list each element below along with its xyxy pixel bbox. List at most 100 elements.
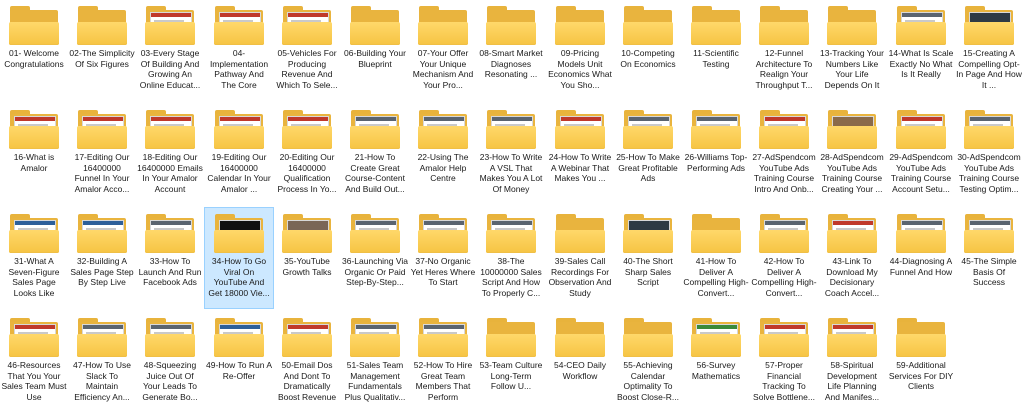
folder-label: 24-How To Write A Webinar That Makes You… — [548, 152, 612, 183]
folder-label: 14-What Is Scale Exactly No What Is It R… — [888, 48, 954, 79]
folder-item[interactable]: 46-Resources That You Your Sales Team Mu… — [0, 312, 68, 412]
folder-label: 56-Survey Mathematics — [691, 360, 741, 381]
folder-icon — [485, 6, 537, 46]
folder-item[interactable]: 51-Sales Team Management Fundamentals Pl… — [341, 312, 409, 412]
folder-item[interactable]: 48-Squeezing Juice Out Of Your Leads To … — [136, 312, 204, 412]
folder-item[interactable]: 49-How To Run A Re-Offer — [205, 312, 273, 412]
folder-label: 15-Creating A Compelling Opt-In Page And… — [956, 48, 1022, 90]
folder-icon — [826, 214, 878, 254]
folder-label: 10-Competing On Economics — [620, 48, 676, 69]
folder-icon — [690, 214, 742, 254]
folder-item[interactable]: 28-AdSpendcom YouTube Ads Training Cours… — [818, 104, 886, 204]
folder-item[interactable]: 19-Editing Our 16400000 Calendar In Your… — [205, 104, 273, 204]
folder-label: 59-Additional Services For DIY Clients — [888, 360, 954, 391]
folder-item[interactable]: 47-How To Use Slack To Maintain Efficien… — [68, 312, 136, 412]
folder-item[interactable]: 44-Diagnosing A Funnel And How — [887, 208, 955, 308]
folder-item[interactable]: 42-How To Deliver A Compelling High-Conv… — [750, 208, 818, 308]
folder-icon — [963, 214, 1015, 254]
folder-label: 07-Your Offer Your Unique Mechanism And … — [412, 48, 474, 90]
folder-item[interactable]: 15-Creating A Compelling Opt-In Page And… — [955, 0, 1023, 100]
folder-item[interactable]: 02-The Simplicity Of Six Figures — [68, 0, 136, 100]
folder-icon — [417, 214, 469, 254]
folder-item[interactable]: 24-How To Write A Webinar That Makes You… — [546, 104, 614, 204]
folder-item[interactable]: 59-Additional Services For DIY Clients — [887, 312, 955, 412]
folder-icon — [963, 110, 1015, 150]
folder-label: 20-Editing Our 16400000 Qualification Pr… — [277, 152, 337, 194]
folder-label: 48-Squeezing Juice Out Of Your Leads To … — [142, 360, 198, 402]
folder-item[interactable]: 17-Editing Our 16400000 Funnel In Your A… — [68, 104, 136, 204]
folder-item[interactable]: 35-YouTube Growth Talks — [273, 208, 341, 308]
folder-label: 34-How To Go Viral On YouTube And Get 18… — [208, 256, 270, 298]
folder-label: 21-How To Create Great Course-Content An… — [344, 152, 405, 194]
folder-item[interactable]: 22-Using The Amalor Help Centre — [409, 104, 477, 204]
folder-label: 52-How To Hire Great Team Members That P… — [413, 360, 473, 402]
folder-item[interactable]: 37-No Organic Yet Heres Where To Start — [409, 208, 477, 308]
folder-item[interactable]: 26-Williams Top-Performing Ads — [682, 104, 750, 204]
folder-label: 45-The Simple Basis Of Success — [961, 256, 1017, 287]
folder-item[interactable]: 14-What Is Scale Exactly No What Is It R… — [887, 0, 955, 100]
folder-item[interactable]: 12-Funnel Architecture To Realign Your T… — [750, 0, 818, 100]
folder-item[interactable]: 29-AdSpendcom YouTube Ads Training Cours… — [887, 104, 955, 204]
folder-icon — [622, 214, 674, 254]
folder-label: 22-Using The Amalor Help Centre — [417, 152, 469, 183]
folder-icon — [281, 6, 333, 46]
folder-item[interactable]: 13-Tracking Your Numbers Like Your Life … — [818, 0, 886, 100]
folder-item[interactable]: 01- Welcome Congratulations — [0, 0, 68, 100]
folder-icon — [76, 214, 128, 254]
folder-item[interactable]: 04-Implementation Pathway And The Core E… — [205, 0, 273, 100]
folder-item[interactable]: 10-Competing On Economics — [614, 0, 682, 100]
folder-label: 13-Tracking Your Numbers Like Your Life … — [820, 48, 884, 90]
folder-item[interactable]: 34-How To Go Viral On YouTube And Get 18… — [204, 207, 274, 309]
folder-item[interactable]: 36-Launching Via Organic Or Paid Step-By… — [341, 208, 409, 308]
folder-item[interactable]: 50-Email Dos And Dont To Dramatically Bo… — [273, 312, 341, 412]
folder-item[interactable]: 53-Team Culture Long-Term Follow U... — [477, 312, 545, 412]
folder-label: 37-No Organic Yet Heres Where To Start — [410, 256, 476, 287]
folder-item[interactable]: 20-Editing Our 16400000 Qualification Pr… — [273, 104, 341, 204]
folder-icon — [826, 110, 878, 150]
folder-icon — [349, 318, 401, 358]
folder-label: 28-AdSpendcom YouTube Ads Training Cours… — [820, 152, 884, 194]
folder-item[interactable]: 33-How To Launch And Run Facebook Ads — [136, 208, 204, 308]
folder-item[interactable]: 58-Spiritual Development Life Planning A… — [818, 312, 886, 412]
folder-item[interactable]: 03-Every Stage Of Building And Growing A… — [136, 0, 204, 100]
folder-item[interactable]: 07-Your Offer Your Unique Mechanism And … — [409, 0, 477, 100]
folder-label: 29-AdSpendcom YouTube Ads Training Cours… — [889, 152, 953, 194]
folder-item[interactable]: 11-Scientific Testing — [682, 0, 750, 100]
folder-icon — [622, 110, 674, 150]
folder-item[interactable]: 43-Link To Download My Decisionary Coach… — [818, 208, 886, 308]
folder-item[interactable]: 39-Sales Call Recordings For Observation… — [546, 208, 614, 308]
folder-icon — [690, 110, 742, 150]
folder-item[interactable]: 21-How To Create Great Course-Content An… — [341, 104, 409, 204]
folder-item[interactable]: 06-Building Your Blueprint — [341, 0, 409, 100]
folder-icon — [895, 6, 947, 46]
folder-label: 25-How To Make Great Profitable Ads — [616, 152, 680, 183]
folder-label: 04-Implementation Pathway And The Core E… — [209, 48, 269, 90]
folder-label: 51-Sales Team Management Fundamentals Pl… — [344, 360, 406, 402]
folder-item[interactable]: 57-Proper Financial Tracking To Solve Bo… — [750, 312, 818, 412]
folder-item[interactable]: 41-How To Deliver A Compelling High-Conv… — [682, 208, 750, 308]
folder-label: 03-Every Stage Of Building And Growing A… — [139, 48, 201, 90]
folder-icon — [758, 214, 810, 254]
folder-item[interactable]: 05-Vehicles For Producing Revenue And Wh… — [273, 0, 341, 100]
folder-item[interactable]: 40-The Short Sharp Sales Script — [614, 208, 682, 308]
folder-item[interactable]: 30-AdSpendcom YouTube Ads Training Cours… — [955, 104, 1023, 204]
folder-item[interactable]: 54-CEO Daily Workflow — [546, 312, 614, 412]
folder-item[interactable]: 52-How To Hire Great Team Members That P… — [409, 312, 477, 412]
folder-icon — [554, 110, 606, 150]
folder-item[interactable]: 23-How To Write A VSL That Makes You A L… — [477, 104, 545, 204]
folder-item[interactable]: 45-The Simple Basis Of Success — [955, 208, 1023, 308]
folder-item[interactable]: 25-How To Make Great Profitable Ads — [614, 104, 682, 204]
folder-item[interactable]: 31-What A Seven-Figure Sales Page Looks … — [0, 208, 68, 308]
folder-item[interactable]: 08-Smart Market Diagnoses Resonating ... — [477, 0, 545, 100]
folder-item[interactable]: 18-Editing Our 16400000 Emails In Your A… — [136, 104, 204, 204]
folder-item[interactable]: 09-Pricing Models Unit Economics What Yo… — [546, 0, 614, 100]
folder-item[interactable]: 56-Survey Mathematics — [682, 312, 750, 412]
folder-label: 06-Building Your Blueprint — [344, 48, 406, 69]
folder-item[interactable]: 32-Building A Sales Page Step By Step Li… — [68, 208, 136, 308]
folder-item[interactable]: 55-Achieving Calendar Optimality To Boos… — [614, 312, 682, 412]
folder-item[interactable]: 27-AdSpendcom YouTube Ads Training Cours… — [750, 104, 818, 204]
folder-item[interactable]: 38-The 10000000 Sales Script And How To … — [477, 208, 545, 308]
folder-label: 08-Smart Market Diagnoses Resonating ... — [479, 48, 543, 79]
folder-label: 11-Scientific Testing — [693, 48, 739, 69]
folder-item[interactable]: 16-What is Amalor — [0, 104, 68, 204]
